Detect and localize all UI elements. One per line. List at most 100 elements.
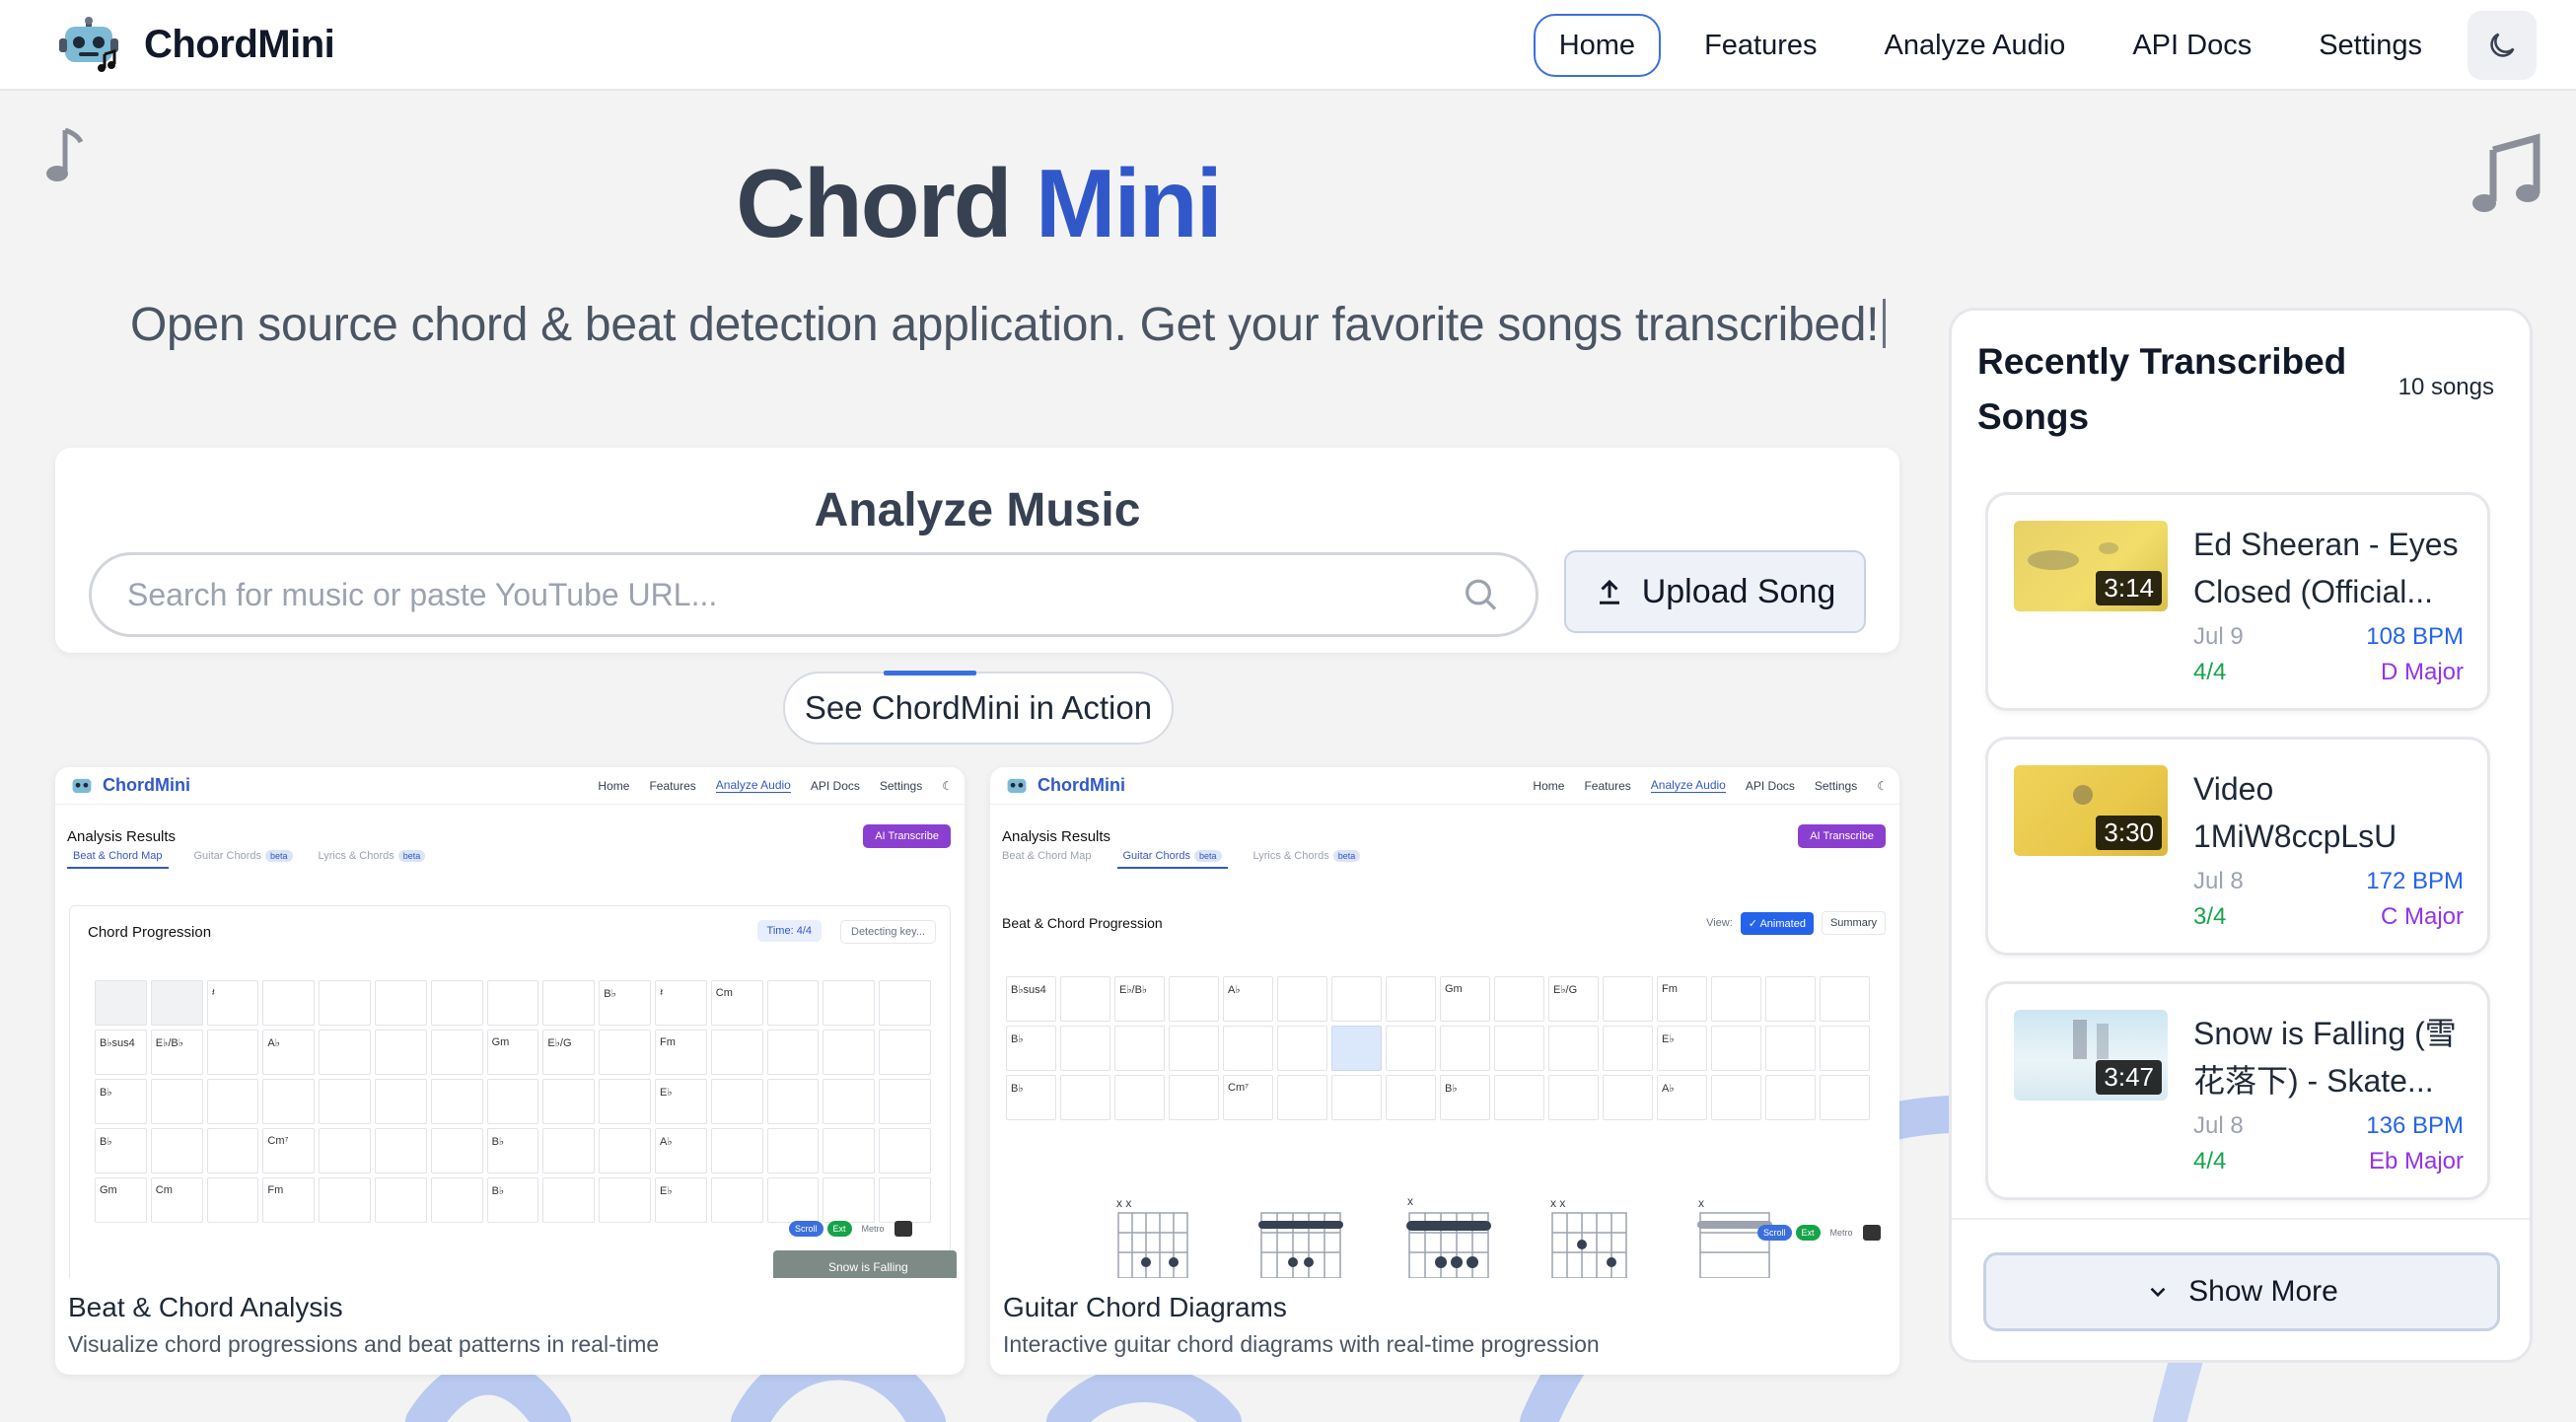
nav-analyze-audio[interactable]: Analyze Audio	[1851, 14, 2100, 77]
upload-icon	[1599, 579, 1619, 604]
theme-toggle-button[interactable]	[2468, 11, 2537, 80]
chevron-down-icon	[2150, 1287, 2166, 1298]
nav-features[interactable]: Features	[1671, 14, 1850, 77]
chord-cell: Cm⁷	[262, 1128, 316, 1173]
song-key: C Major	[2380, 903, 2464, 930]
chord-cell	[1820, 1026, 1870, 1071]
chord-cell: B♭sus4	[95, 1030, 147, 1075]
chord-cell	[823, 1030, 876, 1075]
nav-api-docs[interactable]: API Docs	[2099, 14, 2285, 77]
chord-cell	[879, 1128, 931, 1173]
chord-cell	[430, 980, 483, 1026]
song-count: 10 songs	[2397, 374, 2494, 400]
chord-cell	[710, 1030, 763, 1075]
chord-cell: A♭	[654, 1128, 707, 1173]
chord-cell: B♭	[1440, 1075, 1490, 1120]
chord-cell	[766, 1079, 820, 1124]
chord-cell: B♭	[486, 1177, 539, 1223]
chord-cell	[374, 1177, 427, 1223]
see-in-action-button[interactable]: See ChordMini in Action	[783, 671, 1174, 745]
chord-grid: 𝄽 B♭ 𝄽 Cm B♭sus4 E♭/B♭ A♭ Gm E♭/G Fm B♭ E♭ B♭ Cm⁷ B♭ A♭…	[95, 980, 931, 1223]
song-card[interactable]: 3:30 Video 1MiW8ccpLsU Jul 8 172 BPM 3/4…	[1985, 737, 2490, 956]
song-time-signature: 4/4	[2193, 659, 2227, 685]
song-time-signature: 3/4	[2193, 903, 2227, 930]
chord-cell: Cm⁷	[1223, 1075, 1273, 1120]
chord-cell	[1060, 1026, 1110, 1071]
song-card[interactable]: 3:47 Snow is Falling (雪花落下) - Skate... J…	[1985, 981, 2490, 1200]
song-bpm: 108 BPM	[2366, 623, 2464, 650]
chord-cell	[1548, 1026, 1599, 1071]
robot-logo-icon	[1007, 778, 1027, 793]
chord-cell	[1169, 1026, 1219, 1071]
chord-cell	[1114, 1026, 1165, 1071]
chord-cell: Cm	[150, 1177, 203, 1223]
moon-icon	[2490, 33, 2515, 57]
brand[interactable]: ChordMini	[57, 17, 335, 72]
chord-cell	[1169, 976, 1219, 1022]
robot-logo-icon	[59, 17, 118, 72]
svg-text:x x: x x	[1116, 1196, 1131, 1210]
chord-cell	[599, 1079, 651, 1124]
chord-cell	[1711, 1075, 1761, 1120]
chord-cell	[1548, 1075, 1599, 1120]
chord-cell	[486, 980, 539, 1026]
search-bar[interactable]	[89, 552, 1538, 637]
nav-home[interactable]: Home	[1533, 14, 1662, 77]
show-more-button[interactable]: Show More	[1983, 1252, 2500, 1331]
chord-cell	[150, 980, 203, 1026]
chord-cell	[879, 1177, 931, 1223]
chord-cell	[262, 980, 316, 1026]
moon-icon: ☾	[1877, 778, 1888, 793]
song-time-signature: 4/4	[2193, 1148, 2227, 1174]
chord-cell	[206, 1177, 259, 1223]
chord-cell: B♭	[1006, 1075, 1056, 1120]
chord-cell	[823, 1079, 876, 1124]
chord-cell	[1386, 1026, 1436, 1071]
song-bpm: 136 BPM	[2366, 1112, 2464, 1139]
demo-card-beat-chord[interactable]: ChordMini Home Features Analyze Audio AP…	[55, 767, 965, 1375]
nav-settings[interactable]: Settings	[2285, 14, 2456, 77]
chord-cell: B♭	[95, 1128, 147, 1173]
song-title: Video 1MiW8ccpLsU	[2193, 771, 2397, 854]
chord-cell	[1603, 976, 1653, 1022]
search-input[interactable]	[127, 576, 1463, 613]
chord-cell: B♭sus4	[1006, 976, 1056, 1022]
demo-card-guitar-chords[interactable]: ChordMini Home Features Analyze Audio AP…	[990, 767, 1899, 1375]
chord-cell: Gm	[486, 1030, 539, 1075]
chord-cell	[766, 1128, 820, 1173]
chord-cell: B♭	[486, 1128, 539, 1173]
chord-cell	[599, 1128, 651, 1173]
song-thumbnail: 3:30	[2014, 765, 2168, 856]
chord-cell: E♭	[654, 1079, 707, 1124]
chord-cell	[319, 1128, 371, 1173]
svg-text:x: x	[1407, 1194, 1413, 1208]
chord-cell	[542, 980, 596, 1026]
chord-cell	[374, 1079, 427, 1124]
chord-cell	[1494, 1075, 1544, 1120]
chord-cell	[1331, 1026, 1382, 1071]
chord-grid: B♭sus4 E♭/B♭ A♭ Gm E♭/G Fm B♭ E♭ B♭ Cm⁷ B♭ A♭	[1006, 976, 1870, 1120]
recent-songs-panel: Recently Transcribed Songs 10 songs 3:14…	[1949, 308, 2533, 1363]
chord-cell	[374, 1030, 427, 1075]
demo-title: Guitar Chord Diagrams	[1003, 1292, 1287, 1322]
chord-cell	[823, 1128, 876, 1173]
chord-cell	[1494, 1026, 1544, 1071]
song-bpm: 172 BPM	[2366, 868, 2464, 894]
chord-cell	[542, 1177, 596, 1223]
chord-cell	[150, 1079, 203, 1124]
chord-cell: E♭	[654, 1177, 707, 1223]
chord-cell	[823, 1177, 876, 1223]
demo-description: Interactive guitar chord diagrams with r…	[1003, 1331, 1600, 1357]
demo-screenshot: ChordMini Home Features Analyze Audio AP…	[990, 767, 1899, 1278]
demo-title: Beat & Chord Analysis	[68, 1292, 343, 1322]
song-card[interactable]: 3:14 Ed Sheeran - Eyes Closed (Official.…	[1985, 492, 2490, 711]
chord-cell	[1331, 1075, 1382, 1120]
chord-cell: 𝄽	[654, 980, 707, 1026]
chord-cell	[879, 1079, 931, 1124]
upload-song-button[interactable]: Upload Song	[1564, 550, 1866, 633]
song-thumbnail: 3:14	[2014, 521, 2168, 611]
chord-cell	[150, 1128, 203, 1173]
chord-cell	[1331, 976, 1382, 1022]
chord-cell	[1277, 976, 1327, 1022]
search-icon[interactable]	[1462, 575, 1500, 614]
